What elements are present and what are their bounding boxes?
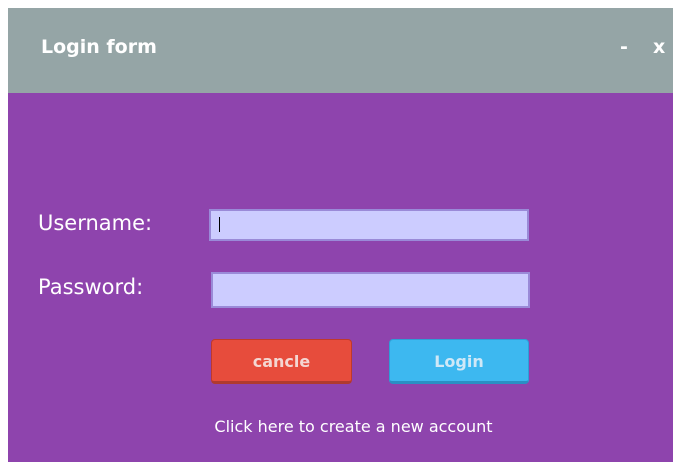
username-input[interactable] bbox=[209, 209, 529, 241]
close-button[interactable]: x bbox=[653, 36, 665, 58]
minimize-button[interactable]: - bbox=[620, 36, 628, 58]
cut-off-page-heading bbox=[0, 0, 673, 8]
login-button[interactable]: Login bbox=[389, 339, 529, 384]
password-input[interactable] bbox=[211, 272, 530, 308]
create-account-link[interactable]: Click here to create a new account bbox=[8, 417, 673, 436]
window-title: Login form bbox=[41, 36, 157, 58]
login-window: Login form - x Username: Password: cancl… bbox=[8, 8, 673, 462]
text-caret bbox=[219, 217, 220, 232]
password-label: Password: bbox=[38, 275, 144, 299]
title-bar: Login form - x bbox=[8, 8, 673, 93]
login-form-panel: Username: Password: cancle Login Click h… bbox=[8, 93, 673, 462]
cancel-button[interactable]: cancle bbox=[211, 339, 352, 384]
username-label: Username: bbox=[38, 211, 153, 235]
